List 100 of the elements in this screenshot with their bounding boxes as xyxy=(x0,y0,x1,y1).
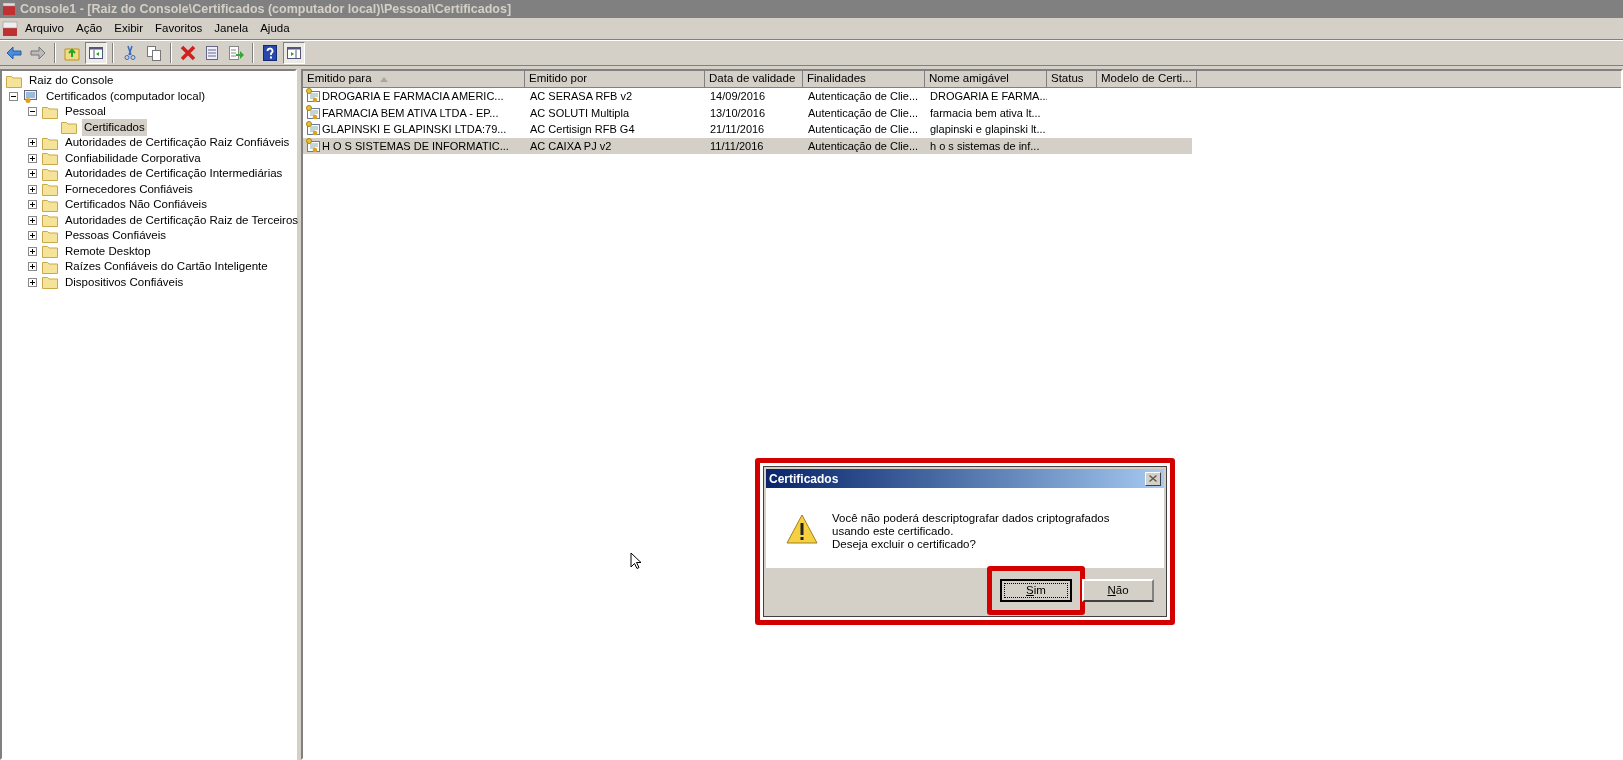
tree-item[interactable]: Raiz do Console xyxy=(27,72,116,90)
folder-icon xyxy=(42,104,58,119)
tree-item[interactable]: Autoridades de Certificação Raiz de Terceiros xyxy=(63,211,301,229)
toolbar-button[interactable] xyxy=(283,42,305,64)
table-cell-text: Autenticação de Clie... xyxy=(808,138,919,154)
table-cell-text: 13/10/2016 xyxy=(710,105,766,121)
folder-icon xyxy=(42,197,58,212)
table-row[interactable]: DROGARIA E FARMACIA AMERIC... AC SERASA RFB v2 14/09/2016 Autenticação de Clie... DROGARIA E FARMA... xyxy=(303,88,1192,105)
certificate-computer-icon xyxy=(23,88,39,105)
column-header[interactable]: Emitido para xyxy=(303,71,525,88)
expand-icon[interactable] xyxy=(28,262,37,272)
menu-item[interactable]: Ação xyxy=(71,19,108,38)
table-row[interactable]: H O S SISTEMAS DE INFORMATIC... AC CAIXA PJ v2 11/11/2016 Autenticação de Clie... h o s sistemas de inf... xyxy=(303,137,1192,154)
table-cell-text: 11/11/2016 xyxy=(710,138,764,154)
folder-icon xyxy=(42,244,58,259)
tree-item[interactable]: Certificados Não Confiáveis xyxy=(63,196,209,214)
tree-item[interactable]: Pessoas Confiáveis xyxy=(63,227,168,245)
table-cell-text: AC CAIXA PJ v2 xyxy=(530,138,612,154)
dialog-button[interactable]: Não xyxy=(1082,579,1154,602)
table-row[interactable]: GLAPINSKI E GLAPINSKI LTDA:79... AC Certisign RFB G4 21/11/2016 Autenticação de Clie... glapinski e glapinski lt... xyxy=(303,121,1192,138)
expand-icon[interactable] xyxy=(28,277,37,287)
expand-icon[interactable] xyxy=(28,246,37,256)
folder-icon xyxy=(61,120,77,135)
expand-icon[interactable] xyxy=(28,153,37,163)
up-folder-icon xyxy=(64,45,80,61)
forward-arrow-icon xyxy=(30,45,46,61)
tree-item[interactable]: Confiabilidade Corporativa xyxy=(63,149,203,167)
certificate-icon xyxy=(305,137,321,154)
expand-icon[interactable] xyxy=(28,184,37,194)
folder-icon xyxy=(6,73,22,88)
back-arrow-icon xyxy=(6,45,22,61)
folder-icon xyxy=(42,182,58,197)
close-icon xyxy=(1149,475,1157,482)
collapse-icon[interactable] xyxy=(9,91,18,101)
column-header[interactable]: Status xyxy=(1047,71,1097,88)
copy-icon xyxy=(146,45,162,61)
table-cell-text: DROGARIA E FARMA... xyxy=(930,89,1047,104)
menu-item[interactable]: Ajuda xyxy=(255,19,295,38)
dialog-message: Você não poderá descriptografar dados criptografados usando este certificado. xyxy=(832,512,1111,538)
column-header[interactable]: Finalidades xyxy=(803,71,925,88)
table-cell-text: h o s sistemas de inf... xyxy=(930,138,1040,154)
close-button[interactable] xyxy=(1145,471,1161,486)
tree-item[interactable]: Autoridades de Certificação Intermediárias xyxy=(63,165,285,183)
tree-item[interactable]: Fornecedores Confiáveis xyxy=(63,180,195,198)
dialog-button[interactable]: Sim xyxy=(1000,579,1072,602)
table-cell-text: DROGARIA E FARMACIA AMERIC... xyxy=(322,89,504,104)
dialog-title: Certificados xyxy=(769,470,839,488)
properties-icon xyxy=(204,45,220,61)
column-header[interactable]: Nome amigável xyxy=(925,71,1047,88)
tree-item[interactable]: Remote Desktop xyxy=(63,242,153,260)
certificate-icon xyxy=(305,104,321,121)
menu-item[interactable]: Exibir xyxy=(109,19,148,38)
menu-item[interactable]: Arquivo xyxy=(20,19,69,38)
console-tree-icon xyxy=(88,45,104,61)
column-header[interactable]: Modelo de Certi... xyxy=(1097,71,1197,88)
tree-item[interactable]: Pessoal xyxy=(63,103,108,121)
menu-item[interactable]: Janela xyxy=(209,19,254,38)
tree-item[interactable]: Certificados xyxy=(82,118,147,136)
menu-item[interactable]: Favoritos xyxy=(150,19,208,38)
table-cell-text: AC SOLUTI Multipla xyxy=(530,105,630,121)
table-cell-text: Autenticação de Clie... xyxy=(808,105,919,121)
folder-icon xyxy=(42,228,58,243)
table-cell-text: AC Certisign RFB G4 xyxy=(530,122,635,137)
expand-icon[interactable] xyxy=(28,200,37,210)
column-header[interactable]: Data de validade xyxy=(705,71,803,88)
console-icon xyxy=(2,20,18,37)
tree-item[interactable]: Certificados (computador local) xyxy=(44,87,208,105)
mouse-pointer-icon xyxy=(630,552,642,570)
table-cell-text: Autenticação de Clie... xyxy=(808,89,919,104)
table-row[interactable]: FARMACIA BEM ATIVA LTDA - EP... AC SOLUTI Multipla 13/10/2016 Autenticação de Clie... farmacia bem ativa lt... xyxy=(303,104,1192,121)
folder-icon xyxy=(42,151,58,166)
scissors-icon xyxy=(122,45,138,61)
folder-icon xyxy=(42,166,58,181)
expand-icon[interactable] xyxy=(28,215,37,225)
certificate-icon xyxy=(305,88,321,105)
table-cell-text: 21/11/2016 xyxy=(710,122,765,137)
help-icon xyxy=(262,45,278,61)
tree-item[interactable]: Autoridades de Certificação Raiz Confiáveis xyxy=(63,134,292,152)
sort-ascending-icon xyxy=(379,76,388,82)
collapse-icon[interactable] xyxy=(28,107,37,117)
tree-item[interactable]: Raízes Confiáveis do Cartão Inteligente xyxy=(63,258,270,276)
expand-icon[interactable] xyxy=(28,231,37,241)
table-cell-text: FARMACIA BEM ATIVA LTDA - EP... xyxy=(322,105,499,121)
table-cell-text: Autenticação de Clie... xyxy=(808,122,919,137)
column-header[interactable]: Emitido por xyxy=(525,71,705,88)
expand-icon[interactable] xyxy=(28,138,37,148)
table-cell-text: farmacia bem ativa lt... xyxy=(930,105,1041,121)
folder-icon xyxy=(42,275,58,290)
expand-icon[interactable] xyxy=(28,169,37,179)
folder-icon xyxy=(42,259,58,274)
table-cell-text: GLAPINSKI E GLAPINSKI LTDA:79... xyxy=(322,122,507,137)
table-cell-text: AC SERASA RFB v2 xyxy=(530,89,633,104)
warning-icon xyxy=(786,514,818,544)
dialog-message: Deseja excluir o certificado? xyxy=(832,538,977,551)
folder-icon xyxy=(42,213,58,228)
toolbar-button[interactable] xyxy=(85,42,107,64)
folder-icon xyxy=(42,135,58,150)
table-cell-text: glapinski e glapinski lt... xyxy=(930,122,1046,137)
tree-item[interactable]: Dispositivos Confiáveis xyxy=(63,273,186,291)
table-cell-text: H O S SISTEMAS DE INFORMATIC... xyxy=(322,138,509,154)
